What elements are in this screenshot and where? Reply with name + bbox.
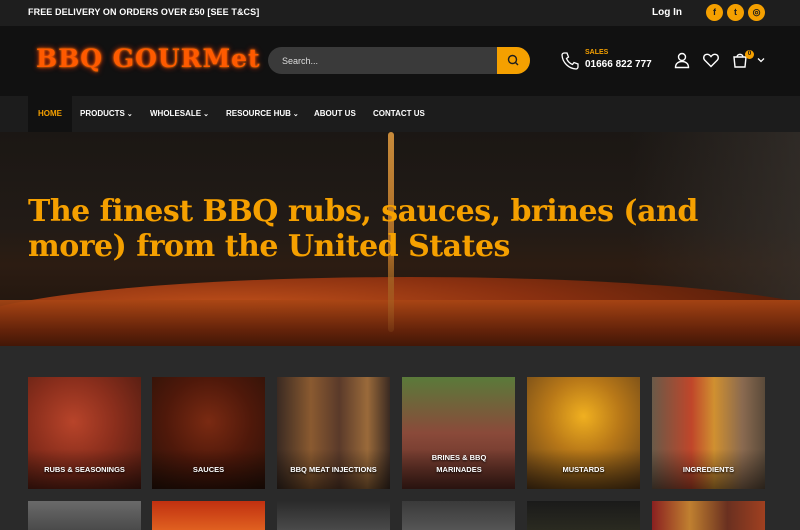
search-icon [507, 54, 519, 66]
category-label: BBQ MEAT INJECTIONS [290, 465, 377, 474]
twitter-icon[interactable]: t [727, 4, 744, 21]
chevron-down-icon: ⌄ [203, 111, 209, 118]
sales-label: SALES [585, 49, 609, 56]
wishlist-heart-icon[interactable] [702, 51, 720, 69]
category-label: INGREDIENTS [682, 465, 735, 474]
category-label: RUBS & SEASONINGS [44, 465, 125, 474]
hero-banner: The finest BBQ rubs, sauces, brines (and… [0, 132, 800, 346]
nav-wholesale-label: WHOLESALE [150, 109, 202, 118]
category-tile-rubs-seasonings[interactable]: RUBS & SEASONINGS [28, 377, 141, 489]
account-icon[interactable] [673, 51, 691, 69]
nav-home[interactable]: HOME [28, 96, 72, 132]
category-tile-row2[interactable] [652, 501, 765, 530]
category-tile-brines-bbq-marinades[interactable]: BRINES & BBQ MARINADES [402, 377, 515, 489]
search-button[interactable] [497, 47, 530, 74]
category-tile-row2[interactable] [402, 501, 515, 530]
sales-phone-number[interactable]: 01666 822 777 [585, 59, 652, 70]
nav-wholesale[interactable]: WHOLESALE ⌄ [150, 96, 209, 132]
category-tile-row2[interactable] [527, 501, 640, 530]
cart-count-badge: 0 [745, 50, 754, 59]
nav-products-label: PRODUCTS [80, 109, 125, 118]
top-bar: FREE DELIVERY ON ORDERS OVER £50 [SEE T&… [0, 0, 800, 26]
main-nav: HOME PRODUCTS ⌄ WHOLESALE ⌄ RESOURCE HUB ⌄ … [0, 96, 800, 132]
category-tile-row2[interactable] [277, 501, 390, 530]
category-grid: RUBS & SEASONINGS SAUCES BBQ MEAT INJECT… [0, 346, 800, 530]
nav-contact-us[interactable]: CONTACT US [373, 96, 425, 132]
instagram-icon[interactable]: ◎ [748, 4, 765, 21]
category-label: MUSTARDS [562, 465, 605, 474]
nav-contact-us-label: CONTACT US [373, 109, 425, 118]
hero-title: The finest BBQ rubs, sauces, brines (and… [28, 194, 698, 264]
chevron-down-icon: ⌄ [292, 111, 299, 118]
delivery-promo[interactable]: FREE DELIVERY ON ORDERS OVER £50 [SEE T&… [28, 7, 259, 17]
chevron-down-icon[interactable] [756, 55, 766, 65]
category-tile-row2[interactable] [152, 501, 265, 530]
category-label: SAUCES [192, 465, 225, 474]
hero-ribs-image-base [0, 300, 800, 346]
category-tile-sauces[interactable]: SAUCES [152, 377, 265, 489]
nav-resource-hub[interactable]: RESOURCE HUB ⌄ [226, 96, 299, 132]
category-tile-mustards[interactable]: MUSTARDS [527, 377, 640, 489]
category-tile-row2[interactable] [28, 501, 141, 530]
site-header: BBQ GOURMet SALES 01666 822 777 0 [0, 26, 800, 96]
site-logo[interactable]: BBQ GOURMet [36, 44, 261, 73]
category-label: BRINES & BBQ MARINADES [431, 453, 487, 474]
nav-resource-hub-label: RESOURCE HUB [226, 109, 291, 118]
nav-about-us-label: ABOUT US [314, 109, 356, 118]
facebook-icon[interactable]: f [706, 4, 723, 21]
category-tile-bbq-meat-injections[interactable]: BBQ MEAT INJECTIONS [277, 377, 390, 489]
nav-products[interactable]: PRODUCTS ⌄ [80, 96, 133, 132]
search-bar [268, 47, 530, 74]
login-link[interactable]: Log In [652, 7, 682, 18]
chevron-down-icon: ⌄ [126, 111, 133, 118]
search-input[interactable] [282, 52, 482, 69]
category-tile-ingredients[interactable]: INGREDIENTS [652, 377, 765, 489]
nav-about-us[interactable]: ABOUT US [314, 96, 356, 132]
nav-home-label: HOME [38, 109, 62, 118]
phone-icon [561, 52, 579, 70]
